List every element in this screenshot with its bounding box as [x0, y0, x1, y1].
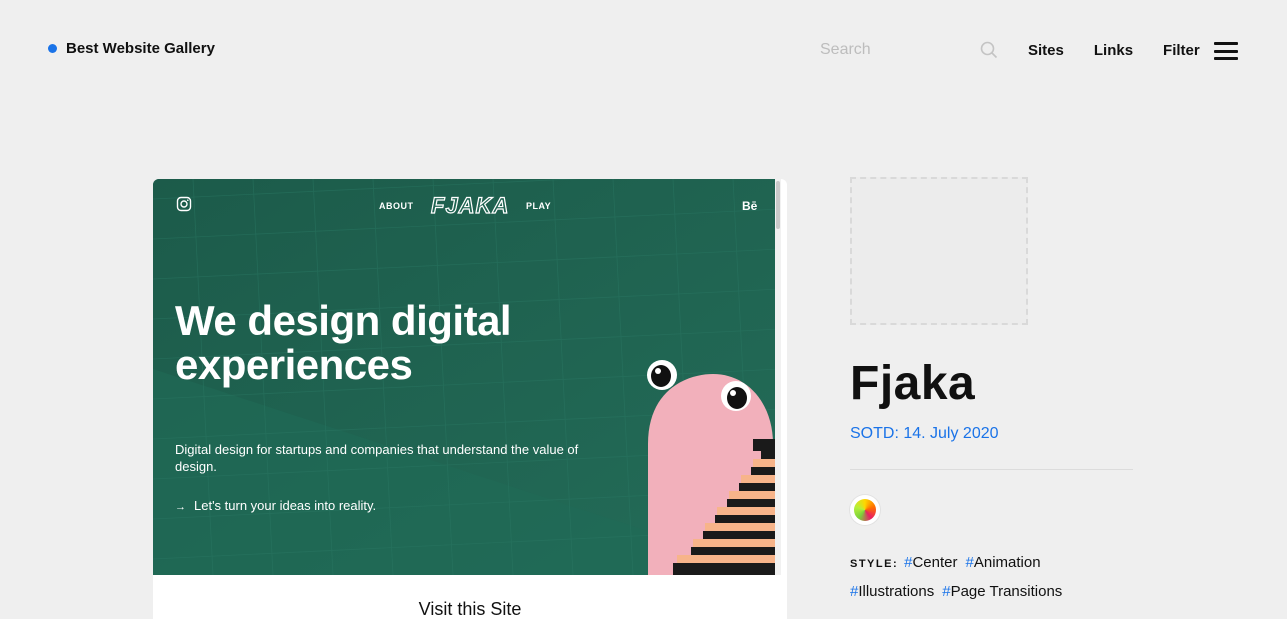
style-tag-illustrations[interactable]: #Illustrations: [850, 583, 934, 600]
preview-scrollbar[interactable]: [775, 179, 781, 575]
behance-icon[interactable]: Bē: [742, 199, 757, 213]
visit-site-link[interactable]: Visit this Site: [153, 599, 787, 619]
instagram-icon[interactable]: [176, 196, 192, 212]
style-tag-animation[interactable]: #Animation: [966, 554, 1041, 571]
main-nav: Sites Links Filter: [1028, 40, 1238, 60]
nav-filter[interactable]: Filter: [1163, 42, 1200, 59]
hamburger-menu-icon[interactable]: [1213, 42, 1238, 60]
site-preview-card[interactable]: ABOUT FJAKA PLAY Bē We design digital ex…: [153, 179, 787, 619]
sotd-date[interactable]: SOTD: 14. July 2020: [850, 425, 999, 443]
search-box: [820, 38, 1000, 62]
style-label: STYLE:: [850, 558, 899, 570]
nav-sites[interactable]: Sites: [1028, 42, 1064, 59]
preview-cta-label: Let's turn your ideas into reality.: [194, 498, 377, 513]
color-palette-icon[interactable]: [850, 495, 880, 525]
preview-nav-play[interactable]: PLAY: [526, 201, 551, 211]
preview-nav-about[interactable]: ABOUT: [379, 201, 414, 211]
brand-dot-icon: [48, 44, 57, 53]
arrow-right-icon: →: [175, 501, 186, 513]
creature-illustration: [647, 360, 781, 575]
site-screenshot[interactable]: ABOUT FJAKA PLAY Bē We design digital ex…: [153, 179, 781, 575]
style-tag-page-transitions[interactable]: #Page Transitions: [942, 583, 1062, 600]
style-tag-center[interactable]: #Center: [904, 554, 957, 571]
site-title: Fjaka: [850, 357, 976, 410]
brand[interactable]: Best Website Gallery: [48, 40, 215, 57]
search-input[interactable]: [820, 38, 970, 62]
search-icon[interactable]: [980, 41, 998, 59]
site-thumbnail-placeholder: [850, 177, 1028, 325]
style-tags: STYLE: #Center #Animation #Illustrations #P…: [850, 549, 1170, 605]
nav-links[interactable]: Links: [1094, 42, 1133, 59]
preview-logo[interactable]: FJAKA: [430, 192, 509, 219]
preview-cta[interactable]: → Let's turn your ideas into reality.: [175, 498, 376, 513]
site-header: Best Website Gallery Sites Links Filter: [0, 0, 1287, 100]
brand-name[interactable]: Best Website Gallery: [66, 40, 215, 57]
preview-headline: We design digital experiences: [175, 297, 512, 388]
preview-subtext: Digital design for startups and companie…: [175, 442, 579, 474]
divider: [850, 469, 1133, 470]
